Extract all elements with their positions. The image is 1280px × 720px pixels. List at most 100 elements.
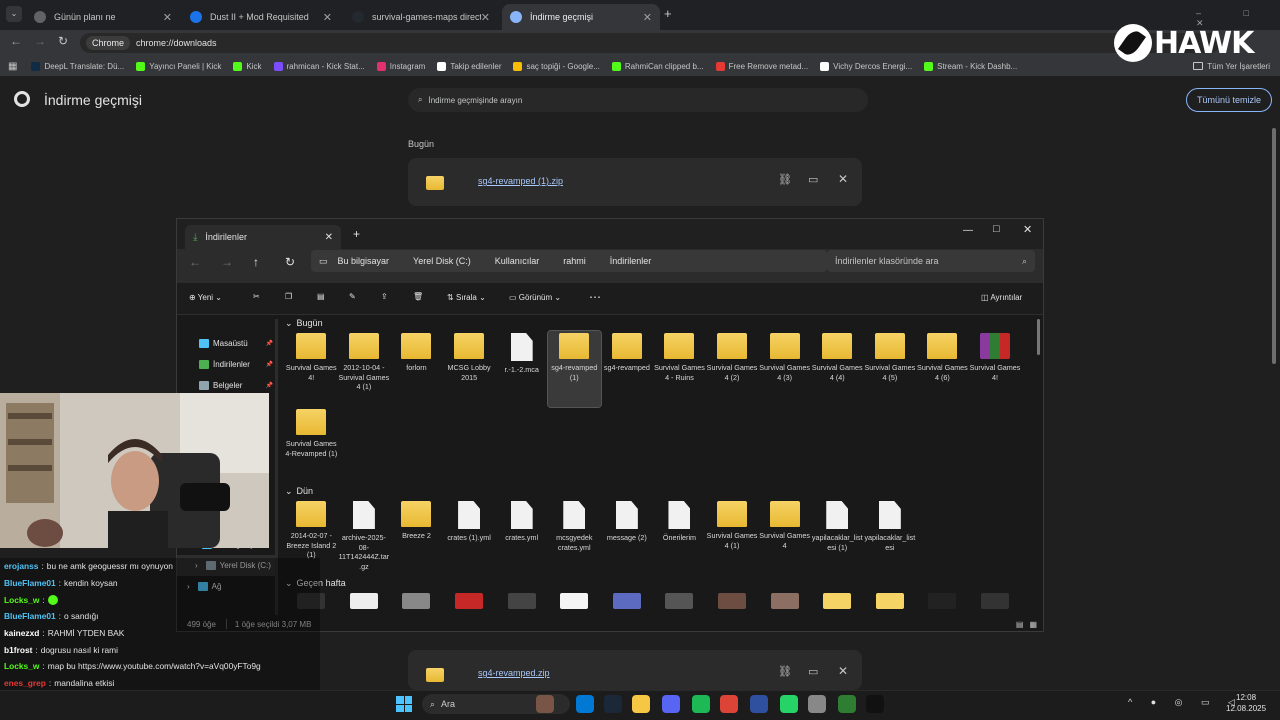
copy-link-icon[interactable]: ⛓ — [778, 665, 792, 678]
file-item[interactable]: 2012-10-04 - Survival Games 4 (1) — [338, 331, 391, 407]
bookmark-item[interactable]: Kick — [233, 61, 262, 71]
file-item[interactable]: archive-2025-08-11T142444Z.tar.gz — [338, 499, 391, 575]
file-item[interactable] — [653, 591, 706, 611]
chat-username[interactable]: BlueFlame01 — [4, 611, 56, 621]
taskbar-app-icon[interactable] — [866, 695, 884, 713]
browser-tab[interactable]: Dust II + Mod Requisited ✕ — [182, 4, 340, 30]
reload-icon[interactable]: ↻ — [58, 34, 68, 48]
all-bookmarks[interactable]: Tüm Yer İşaretleri — [1193, 62, 1270, 71]
taskbar-app-icon[interactable] — [662, 695, 680, 713]
chat-username[interactable]: b1frost — [4, 645, 32, 655]
refresh-icon[interactable]: ↻ — [285, 255, 295, 269]
taskbar-app-icon[interactable] — [750, 695, 768, 713]
file-item[interactable]: message (2) — [601, 499, 654, 575]
back-icon[interactable]: ← — [10, 34, 22, 48]
clock[interactable]: 12:08 12.08.2025 — [1226, 692, 1266, 714]
sidebar-item[interactable]: Masaüstü 📌 — [177, 333, 277, 354]
copy-icon[interactable]: ❐ — [285, 292, 292, 301]
new-tab-button[interactable]: + — [664, 6, 672, 21]
file-item[interactable]: r.-1.-2.mca — [495, 331, 548, 407]
start-button[interactable] — [396, 696, 412, 712]
chat-username[interactable]: Locks_w — [4, 661, 39, 671]
taskbar-app-icon[interactable] — [720, 695, 738, 713]
copy-link-icon[interactable]: ⛓ — [778, 173, 792, 186]
taskbar-app-icon[interactable] — [604, 695, 622, 713]
chat-username[interactable]: erojanss — [4, 561, 38, 571]
file-scrollbar[interactable] — [1037, 319, 1040, 355]
explorer-tab[interactable]: ⤓ İndirilenler ✕ — [185, 225, 341, 249]
breadcrumb[interactable]: ▭ Bu bilgisayar Yerel Disk (C:) Kullanıc… — [311, 250, 827, 272]
clear-all-button[interactable]: Tümünü temizle — [1186, 88, 1272, 112]
new-button[interactable]: ⊕ Yeni ⌄ — [189, 293, 222, 302]
minimize-icon[interactable]: — — [963, 225, 973, 236]
taskbar-app-icon[interactable] — [808, 695, 826, 713]
show-in-folder-icon[interactable]: ▭ — [808, 173, 818, 186]
group-header[interactable]: ⌄ Bugün — [281, 315, 1037, 331]
file-item[interactable] — [706, 591, 759, 611]
crumb[interactable]: Bu bilgisayar — [338, 256, 390, 266]
bookmark-item[interactable]: DeepL Translate: Dü... — [31, 61, 124, 71]
bookmark-item[interactable]: Free Remove metad... — [715, 61, 808, 71]
file-item[interactable] — [443, 591, 496, 611]
close-tab-icon[interactable]: ✕ — [643, 11, 652, 24]
view-button[interactable]: ▭ Görünüm ⌄ — [509, 293, 561, 302]
crumb[interactable]: Yerel Disk (C:) — [413, 256, 471, 266]
file-item[interactable]: Survival Games 4 - Ruins — [653, 331, 706, 407]
file-item[interactable] — [811, 591, 864, 611]
taskbar-app-icon[interactable] — [780, 695, 798, 713]
crumb[interactable]: rahmi — [563, 256, 586, 266]
file-item[interactable]: forlorn — [390, 331, 443, 407]
address-bar[interactable]: Chrome chrome://downloads — [80, 33, 1220, 53]
tiles-view-icon[interactable]: ▦ — [1029, 620, 1037, 629]
delete-icon[interactable]: 🗑 — [413, 292, 423, 301]
file-item[interactable]: sg4-revamped — [601, 331, 654, 407]
page-scrollbar[interactable] — [1272, 128, 1276, 364]
crumb[interactable]: İndirilenler — [610, 256, 652, 266]
file-item[interactable]: Önerilerim — [653, 499, 706, 575]
file-item[interactable]: Breeze 2 — [390, 499, 443, 575]
file-item[interactable] — [758, 591, 811, 611]
taskbar-app-icon[interactable] — [838, 695, 856, 713]
taskbar-app-icon[interactable] — [576, 695, 594, 713]
browser-tab[interactable]: İndirme geçmişi ✕ — [502, 4, 660, 30]
file-item[interactable]: Survival Games 4 (6) — [916, 331, 969, 407]
details-button[interactable]: ◫ Ayrıntılar — [981, 293, 1022, 302]
bookmark-item[interactable]: Takip edilenler — [437, 61, 501, 71]
bookmark-item[interactable]: Instagram — [376, 61, 425, 71]
file-item[interactable]: Survival Games 4 (2) — [706, 331, 759, 407]
file-item[interactable]: MCSG Lobby 2015 — [443, 331, 496, 407]
file-item[interactable]: yapilacaklar_listesi — [864, 499, 917, 575]
maximize-icon[interactable]: □ — [993, 223, 1000, 235]
forward-icon[interactable]: → — [221, 255, 233, 269]
file-item[interactable] — [338, 591, 391, 611]
file-item[interactable]: mcsgyedek crates.yml — [548, 499, 601, 575]
close-tab-icon[interactable]: ✕ — [481, 11, 490, 24]
close-tab-icon[interactable]: ✕ — [325, 232, 333, 243]
file-item[interactable]: Survival Games 4 (4) — [811, 331, 864, 407]
sidebar-item[interactable]: İndirilenler 📌 — [177, 354, 277, 375]
bookmark-item[interactable]: Stream - Kick Dashb... — [924, 61, 1017, 71]
up-icon[interactable]: ↑ — [253, 255, 259, 269]
file-item[interactable] — [390, 591, 443, 611]
chat-username[interactable]: Locks_w — [4, 595, 39, 605]
downloads-search-input[interactable]: ⌕ İndirme geçmişinde arayın — [408, 88, 868, 112]
file-item[interactable]: crates (1).yml — [443, 499, 496, 575]
file-item[interactable] — [916, 591, 969, 611]
crumb[interactable]: Kullanıcılar — [495, 256, 540, 266]
file-item[interactable]: Survival Games 4! — [969, 331, 1022, 407]
sort-button[interactable]: ⇅ Sırala ⌄ — [447, 293, 486, 302]
file-item[interactable]: Survival Games 4! — [285, 331, 338, 407]
chat-username[interactable]: BlueFlame01 — [4, 578, 56, 588]
more-icon[interactable]: ⋯ — [589, 290, 601, 304]
taskbar-app-icon[interactable] — [692, 695, 710, 713]
file-item[interactable]: Survival Games 4-Revamped (1) — [285, 407, 338, 483]
file-item[interactable] — [864, 591, 917, 611]
cut-icon[interactable]: ✂ — [253, 292, 260, 301]
apps-icon[interactable]: ▦ — [8, 61, 17, 72]
file-item[interactable]: Survival Games 4 — [758, 499, 811, 575]
taskbar-app-icon[interactable] — [536, 695, 554, 713]
bookmark-item[interactable]: rahmican - Kick Stat... — [273, 61, 365, 71]
chat-username[interactable]: kainezxd — [4, 628, 39, 638]
file-item[interactable] — [601, 591, 654, 611]
download-link[interactable]: sg4-revamped.zip — [478, 668, 550, 678]
